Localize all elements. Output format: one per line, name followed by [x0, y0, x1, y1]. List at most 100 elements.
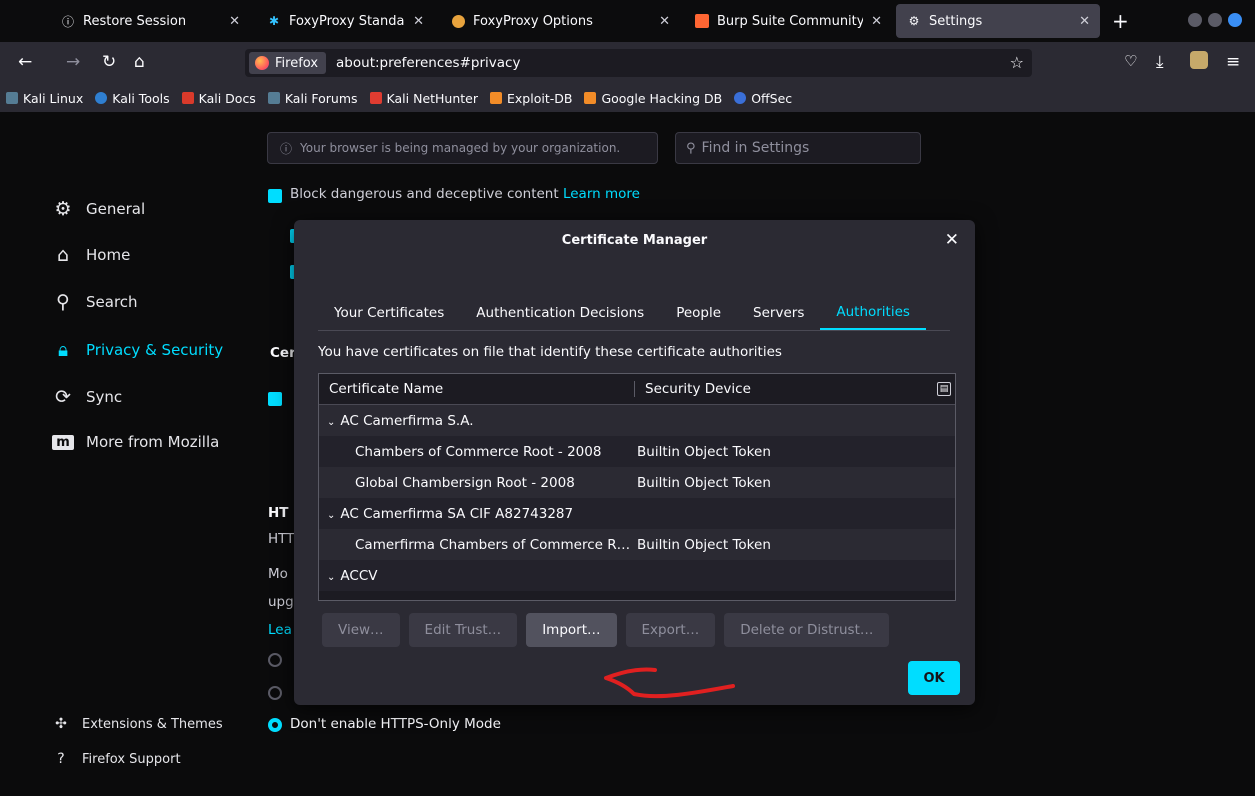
bookmark-star-icon[interactable]: ☆: [1010, 53, 1024, 72]
managed-notice[interactable]: ⓘ Your browser is being managed by your o…: [267, 132, 658, 164]
forward-arrow-icon[interactable]: →: [66, 52, 80, 72]
chevron-down-icon[interactable]: ⌄: [327, 417, 335, 428]
close-icon[interactable]: ✕: [1079, 14, 1090, 29]
tab-strip: ⓘ Restore Session ✕ ✱ FoxyProxy Standard…: [0, 0, 1255, 42]
table-row[interactable]: ⌄ AC Camerfirma S.A.: [319, 405, 955, 436]
sidebar-item-sync[interactable]: ⟳ Sync: [52, 386, 122, 408]
https-option-radio[interactable]: [268, 653, 282, 667]
chevron-down-icon[interactable]: ⌄: [327, 510, 335, 521]
sidebar-item-privacy-security[interactable]: 🔒︎ Privacy & Security: [52, 339, 223, 361]
menu-hamburger-icon[interactable]: ≡: [1226, 52, 1240, 72]
bookmark-kali-linux[interactable]: Kali Linux: [6, 91, 83, 106]
table-row[interactable]: Camerfirma Chambers of Commerce R… Built…: [319, 529, 955, 560]
tab-restore-session[interactable]: ⓘ Restore Session ✕: [50, 4, 250, 38]
bookmark-kali-forums[interactable]: Kali Forums: [267, 91, 358, 106]
tab-title: Settings: [929, 13, 983, 29]
kali-tools-icon: [95, 92, 108, 104]
table-row[interactable]: Global Chambersign Root - 2008 Builtin O…: [319, 467, 955, 498]
tabs-divider: [318, 330, 950, 331]
tab-your-certificates[interactable]: Your Certificates: [318, 296, 460, 330]
back-arrow-icon[interactable]: ←: [18, 52, 32, 72]
kali-dragon-icon: [6, 92, 18, 104]
table-row[interactable]: ⌄ ACCV: [319, 560, 955, 591]
burp-extension-icon[interactable]: [1190, 51, 1208, 74]
tab-authorities[interactable]: Authorities: [820, 296, 926, 330]
close-icon[interactable]: ✕: [945, 230, 959, 250]
sidebar-item-firefox-support[interactable]: ? Firefox Support: [52, 751, 180, 767]
foxyproxy-icon: ✱: [268, 14, 280, 28]
url-text[interactable]: about:preferences#privacy: [336, 55, 520, 71]
https-learn-more-link[interactable]: Lea: [268, 622, 292, 638]
table-row[interactable]: ⌄ AC Camerfirma SA CIF A82743287: [319, 498, 955, 529]
find-in-settings-input[interactable]: ⚲ Find in Settings: [675, 132, 921, 164]
offsec-icon: [734, 92, 747, 104]
url-bar[interactable]: Firefox about:preferences#privacy ☆: [245, 49, 1032, 77]
import-button[interactable]: Import…: [526, 613, 617, 647]
certificate-manager-dialog: Certificate Manager ✕ Your Certificates …: [294, 220, 975, 705]
edit-trust-button[interactable]: Edit Trust…: [408, 613, 518, 647]
maximize-window-icon[interactable]: [1208, 13, 1222, 27]
certificate-tree[interactable]: Certificate Name Security Device ▤ ⌄ AC C…: [318, 373, 956, 601]
identity-box[interactable]: Firefox: [249, 52, 327, 74]
help-icon: ?: [57, 751, 65, 767]
ok-button[interactable]: OK: [908, 661, 960, 695]
tab-people[interactable]: People: [660, 296, 737, 330]
chevron-down-icon[interactable]: ⌄: [327, 572, 335, 583]
new-tab-plus-icon[interactable]: +: [1112, 9, 1129, 33]
https-description-line: Mo: [268, 566, 288, 582]
reload-icon[interactable]: ↻: [102, 52, 116, 72]
sidebar-item-search[interactable]: ⚲ Search: [52, 291, 138, 313]
export-button[interactable]: Export…: [625, 613, 716, 647]
dont-enable-https-only-radio[interactable]: [268, 718, 282, 732]
block-content-checkbox[interactable]: [268, 189, 282, 203]
sync-icon: ⟳: [55, 386, 71, 408]
sidebar-item-more-from-mozilla[interactable]: m More from Mozilla: [52, 433, 219, 451]
close-icon[interactable]: ✕: [413, 14, 424, 29]
bookmark-exploit-db[interactable]: Exploit-DB: [490, 91, 572, 106]
bookmark-kali-nethunter[interactable]: Kali NetHunter: [369, 91, 478, 106]
bookmark-kali-tools[interactable]: Kali Tools: [95, 91, 170, 106]
tab-foxyproxy-standard[interactable]: ✱ FoxyProxy Standard – Ge ✕: [256, 4, 434, 38]
tab-authentication-decisions[interactable]: Authentication Decisions: [460, 296, 660, 330]
sidebar-item-extensions-themes[interactable]: ✣ Extensions & Themes: [52, 716, 222, 732]
tab-servers[interactable]: Servers: [737, 296, 820, 330]
close-icon[interactable]: ✕: [871, 14, 882, 29]
authorities-description: You have certificates on file that ident…: [318, 344, 782, 360]
tab-settings[interactable]: ⚙ Settings ✕: [896, 4, 1100, 38]
close-icon[interactable]: ✕: [659, 14, 670, 29]
column-security-device[interactable]: Security Device: [635, 381, 937, 397]
certificate-tabs: Your Certificates Authentication Decisio…: [318, 296, 926, 330]
https-option-radio[interactable]: [268, 686, 282, 700]
close-window-icon[interactable]: [1228, 13, 1242, 27]
bookmark-offsec[interactable]: OffSec: [734, 91, 792, 106]
tab-burp-suite[interactable]: Burp Suite Community E ✕: [684, 4, 892, 38]
bookmark-kali-docs[interactable]: Kali Docs: [181, 91, 256, 106]
dont-enable-https-only-label: Don't enable HTTPS-Only Mode: [290, 716, 501, 732]
tab-foxyproxy-options[interactable]: FoxyProxy Options ✕: [440, 4, 680, 38]
delete-or-distrust-button[interactable]: Delete or Distrust…: [724, 613, 890, 647]
minimize-window-icon[interactable]: [1188, 13, 1202, 27]
bookmark-google-hacking-db[interactable]: Google Hacking DB: [584, 91, 722, 106]
sidebar-item-home[interactable]: ⌂ Home: [52, 244, 130, 266]
nethunter-icon: [369, 92, 382, 104]
column-picker-icon[interactable]: ▤: [937, 382, 951, 396]
learn-more-link[interactable]: Learn more: [563, 186, 640, 202]
view-button[interactable]: View…: [322, 613, 400, 647]
settings-checkbox[interactable]: [268, 392, 282, 406]
pocket-icon[interactable]: ♡: [1124, 52, 1137, 70]
downloads-icon[interactable]: ⤓: [1156, 52, 1164, 72]
kali-docs-icon: [181, 92, 194, 104]
gear-icon: ⚙: [54, 198, 72, 220]
home-icon: ⌂: [56, 244, 70, 266]
tab-title: FoxyProxy Options: [473, 13, 593, 29]
search-icon: ⚲: [56, 291, 70, 313]
table-row[interactable]: Chambers of Commerce Root - 2008 Builtin…: [319, 436, 955, 467]
kali-dragon-icon: [267, 92, 280, 104]
https-only-heading: HT: [268, 505, 289, 521]
column-certificate-name[interactable]: Certificate Name: [319, 381, 635, 397]
home-icon[interactable]: ⌂: [134, 52, 145, 72]
block-content-label: Block dangerous and deceptive content Le…: [290, 186, 640, 202]
close-icon[interactable]: ✕: [229, 14, 240, 29]
firefox-logo-icon: [255, 56, 269, 70]
sidebar-item-general[interactable]: ⚙ General: [52, 198, 145, 220]
